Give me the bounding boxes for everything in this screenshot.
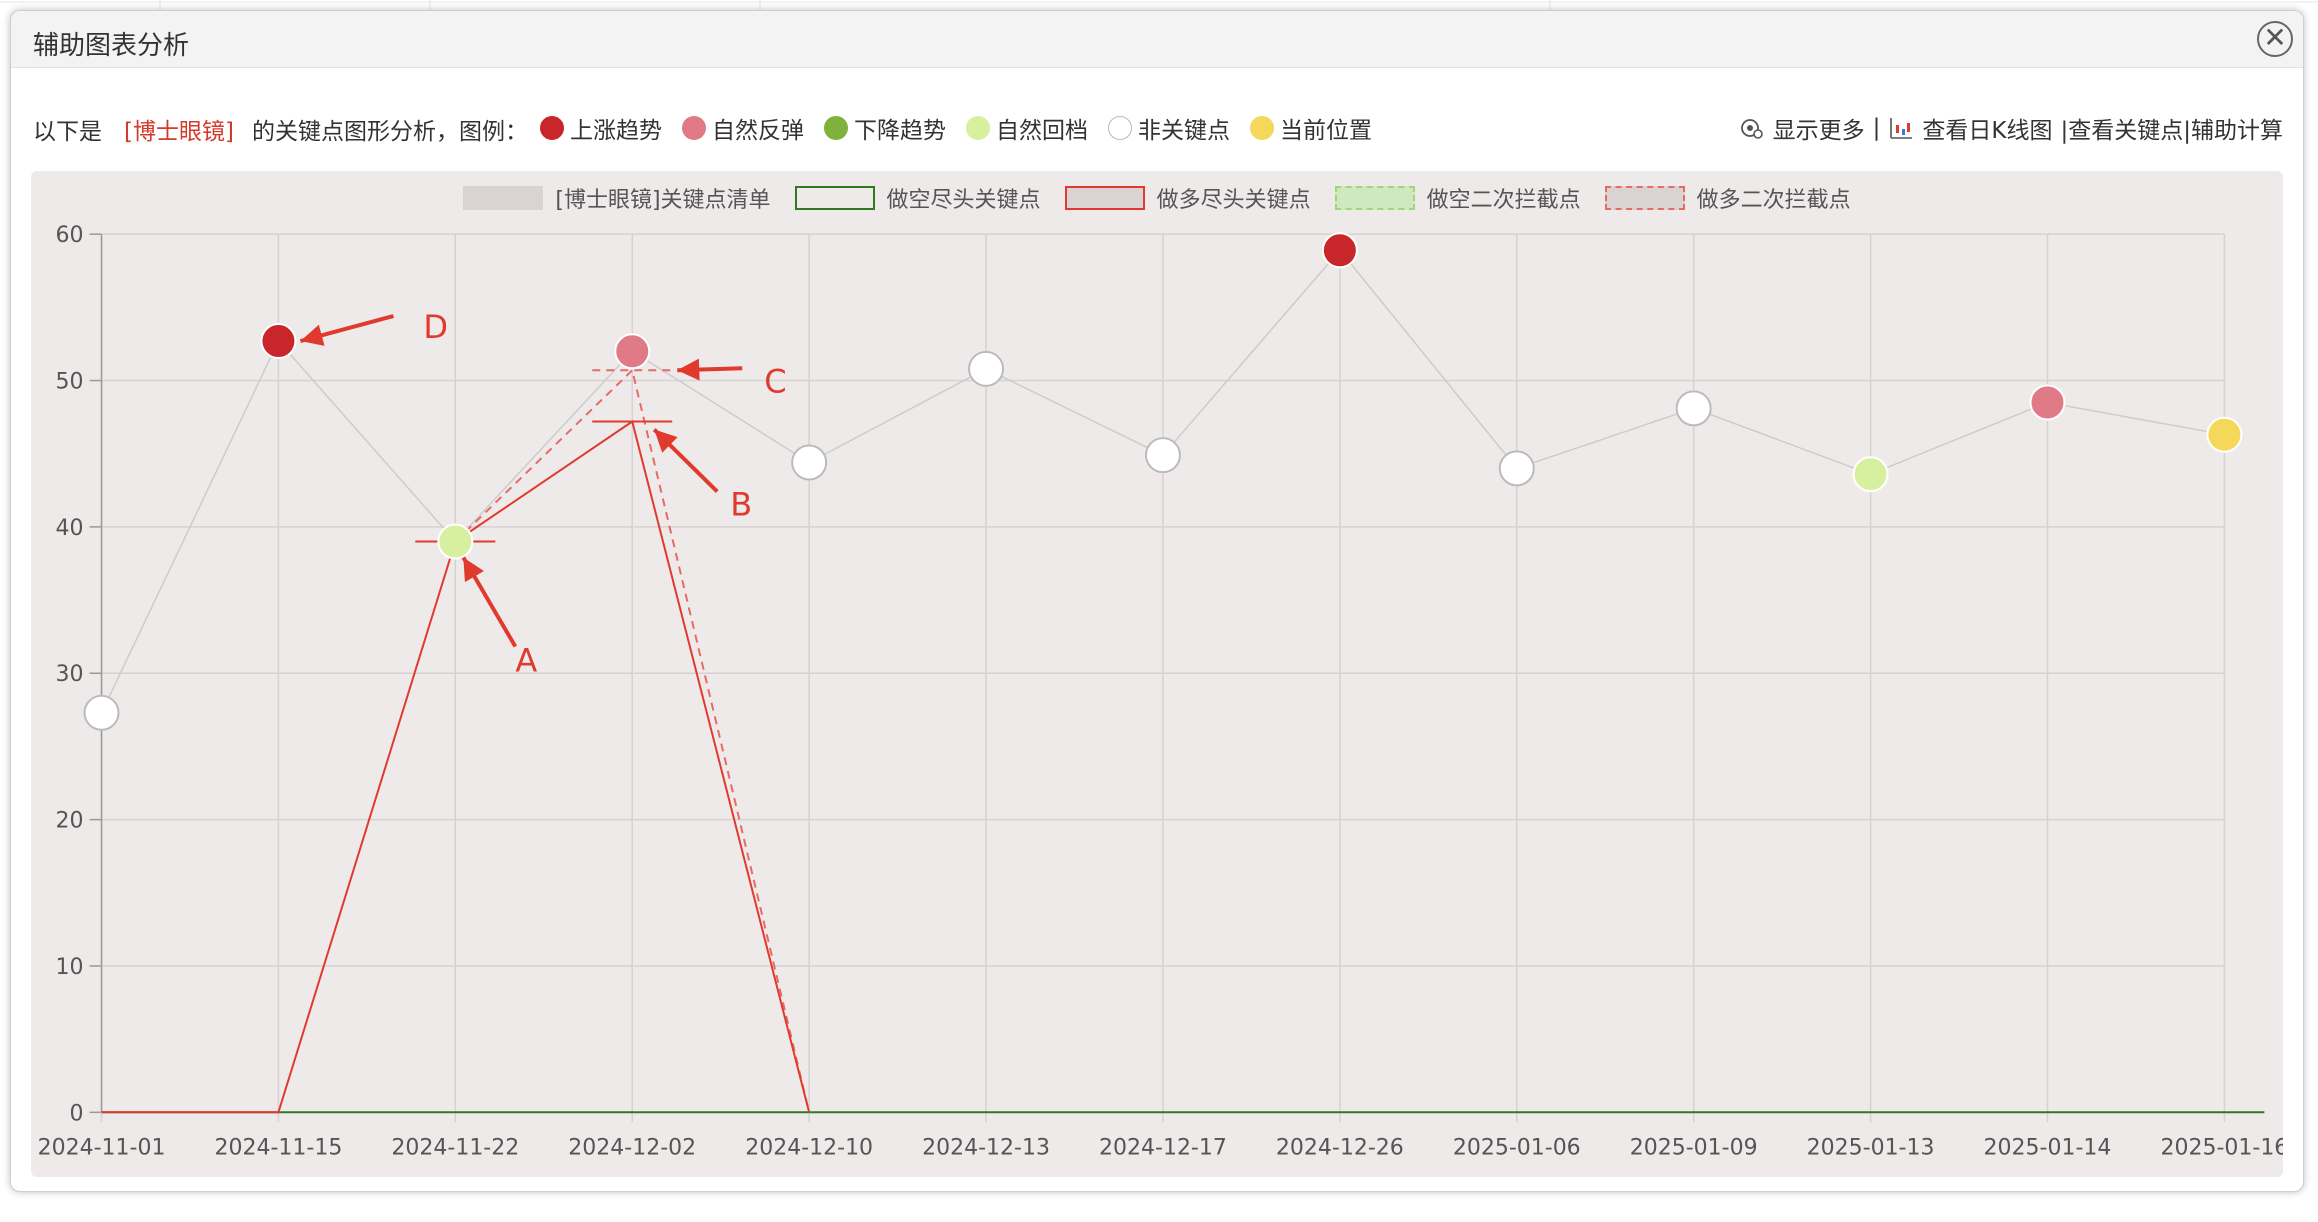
- y-tick-label: 20: [56, 809, 84, 834]
- x-tick-label: 2024-12-13: [922, 1135, 1050, 1160]
- annotation-arrowhead: [300, 324, 325, 346]
- annotation-label: B: [730, 486, 752, 524]
- x-tick-label: 2024-11-15: [215, 1135, 343, 1160]
- legend-item: 非关键点: [1107, 111, 1230, 145]
- x-tick-label: 2024-12-10: [745, 1135, 873, 1160]
- data-point: [260, 323, 297, 360]
- legend-item: 自然反弹: [681, 111, 804, 145]
- view-keypoints-link[interactable]: |查看关键点: [2061, 111, 2184, 145]
- separator: |: [1872, 115, 1881, 141]
- legend-label: 当前位置: [1279, 118, 1372, 144]
- line-chart: 0 10 20 30 40 50 60 2024-11-01 2024-11-15 2024-11…: [38, 223, 2283, 1160]
- annotation-arrowhead: [677, 358, 700, 381]
- annotation-label: A: [515, 642, 537, 680]
- data-point: [1321, 232, 1358, 269]
- stock-name[interactable]: [博士眼镜]: [124, 112, 234, 146]
- x-tick-label: 2025-01-09: [1630, 1135, 1758, 1160]
- y-tick-label: 40: [56, 516, 84, 541]
- legend-label: 下降趋势: [853, 118, 946, 144]
- data-point: [614, 333, 651, 370]
- x-tick-label: 2024-12-17: [1099, 1135, 1227, 1160]
- legend-label: 自然回档: [995, 118, 1088, 144]
- legend-item: 自然回档: [965, 111, 1088, 145]
- info-prefix: 以下是: [33, 118, 102, 145]
- data-point: [2029, 384, 2066, 421]
- chart-dialog: 辅助图表分析 ✕ 以下是 [博士眼镜] 的关键点图形分析，图例： 上涨趋势 自然反…: [10, 10, 2304, 1192]
- data-point: [1498, 450, 1535, 487]
- data-point: [437, 523, 474, 560]
- annotation-label: D: [423, 308, 448, 346]
- legend-dot: [539, 116, 564, 140]
- y-tick-label: 60: [56, 223, 84, 248]
- data-point: [83, 694, 120, 731]
- aux-calc-link[interactable]: |辅助计算: [2183, 111, 2283, 145]
- legend-dot: [1249, 116, 1274, 140]
- data-point: [791, 444, 828, 481]
- y-tick-label: 50: [56, 370, 84, 395]
- y-tick-label: 0: [70, 1101, 84, 1126]
- info-suffix: 的关键点图形分析，图例：: [251, 118, 528, 145]
- action-links: 显示更多 | 查看日K线图 |查看关键点 |辅助计算: [1739, 111, 2283, 145]
- background-row: [0, 1198, 2318, 1222]
- data-point: [1144, 437, 1181, 474]
- legend-dot: [823, 116, 848, 140]
- data-point: [2206, 416, 2243, 453]
- data-point: [1675, 390, 1712, 427]
- close-icon[interactable]: ✕: [2257, 21, 2293, 57]
- data-point: [968, 350, 1005, 387]
- annotation-label: C: [764, 362, 786, 400]
- legend-item: 下降趋势: [823, 111, 946, 145]
- view-kline-link[interactable]: 查看日K线图: [1922, 111, 2052, 145]
- legend-label: 上涨趋势: [569, 118, 662, 144]
- x-tick-label: 2025-01-16: [2160, 1135, 2283, 1160]
- data-point: [1852, 456, 1889, 493]
- legend-label: 非关键点: [1137, 118, 1230, 144]
- candlestick-chart-icon: [1888, 115, 1914, 141]
- x-tick-label: 2024-11-22: [391, 1135, 519, 1160]
- x-tick-label: 2025-01-14: [1984, 1135, 2112, 1160]
- eye-icon: [1739, 115, 1765, 141]
- y-tick-label: 10: [56, 955, 84, 980]
- point-type-legend: 上涨趋势 自然反弹 下降趋势 自然回档 非关键点 当前位置: [534, 111, 1386, 146]
- legend-item: 上涨趋势: [539, 111, 662, 145]
- chart-area: [博士眼镜]关键点清单 做空尽头关键点 做多尽头关键点 做空二次拦截点 做多二次拦截点 …: [31, 171, 2283, 1177]
- legend-dot: [681, 116, 706, 140]
- x-tick-label: 2024-12-26: [1276, 1135, 1404, 1160]
- x-tick-label: 2025-01-06: [1453, 1135, 1581, 1160]
- info-bar: 以下是 [博士眼镜] 的关键点图形分析，图例： 上涨趋势 自然反弹 下降趋势 自然回档…: [33, 111, 2283, 145]
- dialog-title: 辅助图表分析: [33, 31, 190, 61]
- dialog-header: 辅助图表分析 ✕: [11, 11, 2303, 68]
- legend-item: 当前位置: [1249, 111, 1372, 145]
- y-tick-label: 30: [56, 662, 84, 687]
- x-tick-label: 2025-01-13: [1807, 1135, 1935, 1160]
- legend-label: 自然反弹: [711, 118, 804, 144]
- x-tick-label: 2024-11-01: [38, 1135, 166, 1160]
- legend-dot: [965, 116, 990, 140]
- x-tick-label: 2024-12-02: [568, 1135, 696, 1160]
- legend-bar: 以下是 [博士眼镜] 的关键点图形分析，图例： 上涨趋势 自然反弹 下降趋势 自然回档…: [33, 111, 1386, 146]
- legend-dot: [1107, 116, 1132, 140]
- show-more-link[interactable]: 显示更多: [1773, 111, 1865, 145]
